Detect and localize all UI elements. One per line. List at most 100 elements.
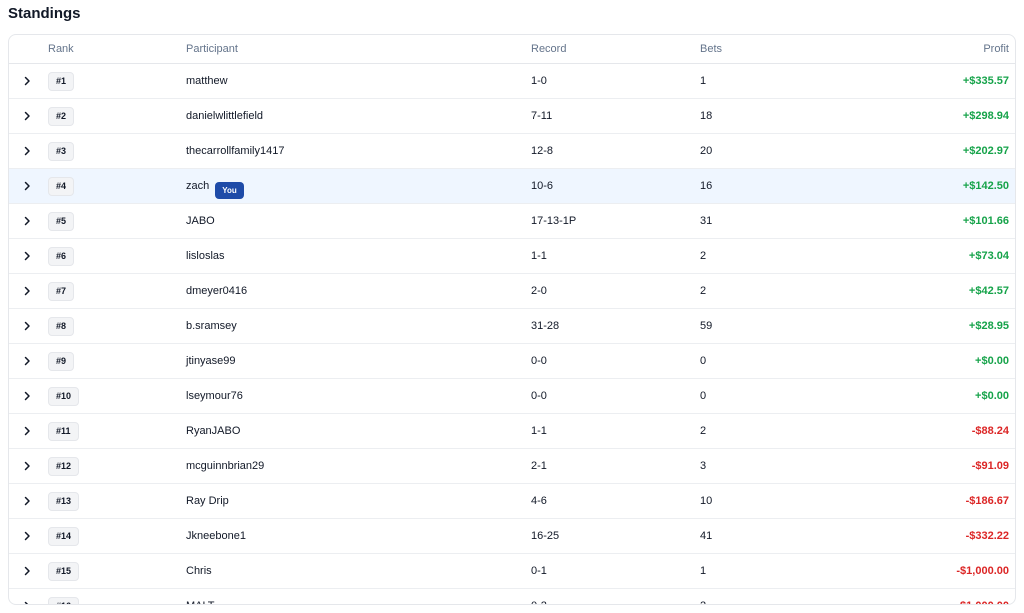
- table-row[interactable]: #1 matthew 1-0 1 +$335.57: [9, 64, 1015, 99]
- bets-cell: 10: [700, 495, 713, 507]
- rank-badge: #14: [48, 527, 80, 546]
- chevron-right-icon[interactable]: [21, 320, 33, 332]
- participant-name: Jkneebone1: [186, 530, 246, 542]
- record-cell: 7-11: [531, 110, 553, 122]
- header-profit[interactable]: Profit: [983, 43, 1009, 55]
- chevron-right-icon[interactable]: [21, 75, 33, 87]
- table-row[interactable]: #16 MALT 0-2 2 -$1,000.00: [9, 589, 1015, 604]
- table-row[interactable]: #9 jtinyase99 0-0 0 +$0.00: [9, 344, 1015, 379]
- rank-badge: #2: [48, 107, 75, 126]
- chevron-right-icon[interactable]: [21, 460, 33, 472]
- profit-cell: -$88.24: [971, 425, 1009, 437]
- chevron-right-icon[interactable]: [21, 390, 33, 402]
- header-bets[interactable]: Bets: [700, 43, 722, 55]
- record-cell: 1-1: [531, 250, 547, 262]
- chevron-right-icon[interactable]: [21, 530, 33, 542]
- table-body: #1 matthew 1-0 1 +$335.57 #2 danielwlittlefiel…: [9, 64, 1015, 604]
- chevron-right-icon[interactable]: [21, 425, 33, 437]
- table-row[interactable]: #13 Ray Drip 4-6 10 -$186.67: [9, 484, 1015, 519]
- header-participant[interactable]: Participant: [186, 43, 238, 55]
- rank-badge: #3: [48, 142, 75, 161]
- record-cell: 0-2: [531, 600, 547, 604]
- table-row[interactable]: #4 zach You 10-6 16 +$142.50: [9, 169, 1015, 204]
- bets-cell: 16: [700, 180, 713, 192]
- bets-cell: 2: [700, 600, 706, 604]
- rank-badge: #4: [48, 177, 75, 196]
- record-cell: 0-0: [531, 390, 547, 402]
- bets-cell: 2: [700, 425, 707, 437]
- chevron-right-icon[interactable]: [21, 565, 33, 577]
- header-rank[interactable]: Rank: [48, 43, 74, 55]
- profit-cell: -$1,000.00: [956, 600, 1009, 604]
- chevron-right-icon[interactable]: [21, 600, 33, 604]
- profit-cell: -$332.22: [965, 530, 1009, 542]
- table-row[interactable]: #5 JABO 17-13-1P 31 +$101.66: [9, 204, 1015, 239]
- table-row[interactable]: #11 RyanJABO 1-1 2 -$88.24: [9, 414, 1015, 449]
- record-cell: 10-6: [531, 180, 554, 192]
- bets-cell: 59: [700, 320, 713, 332]
- profit-cell: +$28.95: [968, 320, 1009, 332]
- record-cell: 0-0: [531, 355, 547, 367]
- table-row[interactable]: #7 dmeyer0416 2-0 2 +$42.57: [9, 274, 1015, 309]
- chevron-right-icon[interactable]: [21, 495, 33, 507]
- header-record[interactable]: Record: [531, 43, 566, 55]
- bets-cell: 3: [700, 460, 707, 472]
- profit-cell: +$142.50: [962, 180, 1009, 192]
- rank-badge: #13: [48, 492, 80, 511]
- participant-name: JABO: [186, 215, 215, 227]
- bets-cell: 0: [700, 355, 707, 367]
- chevron-right-icon[interactable]: [21, 110, 33, 122]
- rank-badge: #7: [48, 282, 75, 301]
- participant-name: jtinyase99: [186, 355, 236, 367]
- chevron-right-icon[interactable]: [21, 285, 33, 297]
- record-cell: 0-1: [531, 565, 547, 577]
- participant-name: lisloslas: [186, 250, 225, 262]
- rank-badge: #9: [48, 352, 75, 371]
- profit-cell: +$42.57: [968, 285, 1009, 297]
- chevron-right-icon[interactable]: [21, 355, 33, 367]
- participant-name: lseymour76: [186, 390, 243, 402]
- participant-name: dmeyer0416: [186, 285, 248, 297]
- participant-name: Ray Drip: [186, 495, 229, 507]
- participant-name: thecarrollfamily1417: [186, 145, 285, 157]
- table-row[interactable]: #14 Jkneebone1 16-25 41 -$332.22: [9, 519, 1015, 554]
- profit-cell: +$0.00: [975, 355, 1009, 367]
- table-row[interactable]: #6 lisloslas 1-1 2 +$73.04: [9, 239, 1015, 274]
- participant-name: mcguinnbrian29: [186, 460, 265, 472]
- chevron-right-icon[interactable]: [21, 250, 33, 262]
- chevron-right-icon[interactable]: [21, 145, 33, 157]
- bets-cell: 2: [700, 285, 707, 297]
- table-row[interactable]: #10 lseymour76 0-0 0 +$0.00: [9, 379, 1015, 414]
- rank-badge: #6: [48, 247, 75, 266]
- profit-cell: -$186.67: [965, 495, 1009, 507]
- profit-cell: -$91.09: [971, 460, 1009, 472]
- rank-badge: #15: [48, 562, 80, 581]
- table-header: Rank Participant Record Bets Profit: [9, 35, 1015, 64]
- record-cell: 31-28: [531, 320, 560, 332]
- participant-name: b.sramsey: [186, 320, 237, 332]
- table-row[interactable]: #8 b.sramsey 31-28 59 +$28.95: [9, 309, 1015, 344]
- record-cell: 1-0: [531, 75, 547, 87]
- chevron-right-icon[interactable]: [21, 180, 33, 192]
- rank-badge: #8: [48, 317, 75, 336]
- page-title: Standings: [8, 5, 81, 22]
- rank-badge: #11: [48, 422, 79, 441]
- bets-cell: 0: [700, 390, 707, 402]
- chevron-right-icon[interactable]: [21, 215, 33, 227]
- profit-cell: -$1,000.00: [956, 565, 1009, 577]
- record-cell: 2-0: [531, 285, 547, 297]
- standings-table: Rank Participant Record Bets Profit #1 ma…: [8, 34, 1016, 605]
- bets-cell: 1: [700, 565, 707, 577]
- participant-name: zach: [186, 180, 210, 192]
- participant-name: RyanJABO: [186, 425, 241, 437]
- bets-cell: 20: [700, 145, 713, 157]
- record-cell: 2-1: [531, 460, 547, 472]
- record-cell: 12-8: [531, 145, 554, 157]
- table-row[interactable]: #3 thecarrollfamily1417 12-8 20 +$202.97: [9, 134, 1015, 169]
- participant-name: Chris: [186, 565, 212, 577]
- participant-name: danielwlittlefield: [186, 110, 264, 122]
- table-row[interactable]: #2 danielwlittlefield 7-11 18 +$298.94: [9, 99, 1015, 134]
- participant-name: MALT: [186, 600, 215, 604]
- table-row[interactable]: #12 mcguinnbrian29 2-1 3 -$91.09: [9, 449, 1015, 484]
- table-row[interactable]: #15 Chris 0-1 1 -$1,000.00: [9, 554, 1015, 589]
